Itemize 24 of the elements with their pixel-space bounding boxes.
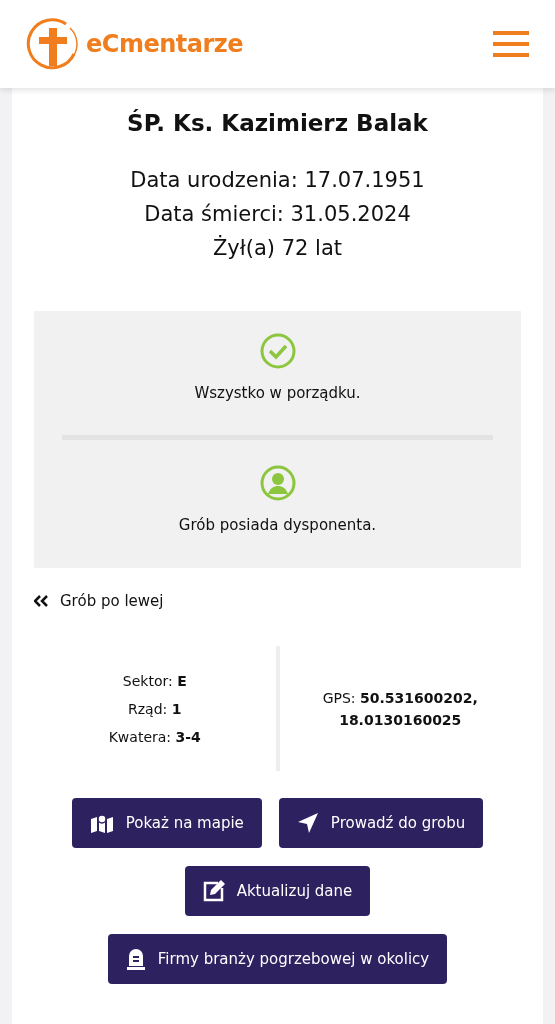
action-button[interactable]: Firmy branży pogrzebowej w okolicy	[107, 934, 448, 984]
gps-coordinates: GPS: 50.531600202, 18.0130160025	[321, 688, 479, 730]
map-pin-icon	[89, 813, 114, 833]
previous-grave-link[interactable]: Grób po lewej	[34, 589, 521, 612]
double-chevron-left-icon	[34, 594, 48, 607]
location-field: Sektor: E	[122, 669, 187, 692]
cross-logo-icon	[26, 16, 80, 72]
date-text: Data śmierci: 31.05.2024	[144, 200, 411, 228]
menu-icon[interactable]	[493, 31, 529, 57]
action-button[interactable]: Pokaż na mapie	[71, 798, 262, 848]
user-circle-icon	[259, 465, 296, 501]
check-circle-icon	[259, 332, 296, 369]
person-name: ŚP. Ks. Kazimierz Balak	[126, 108, 429, 138]
status-text: Wszystko w porządku.	[194, 382, 361, 404]
edit-icon	[202, 880, 225, 902]
tombstone-icon	[125, 948, 146, 970]
location-field: Kwatera: 3-4	[108, 725, 201, 748]
action-button[interactable]: Prowadź do grobu	[278, 798, 484, 848]
status-text: Grób posiada dysponenta.	[178, 515, 377, 536]
date-text: Data urodzenia: 17.07.1951	[130, 166, 425, 194]
location-arrow-icon	[296, 812, 319, 834]
location-field: Rząd: 1	[128, 697, 182, 720]
date-text: Żył(a) 72 lat	[212, 234, 342, 262]
action-button[interactable]: Aktualizuj dane	[184, 866, 371, 916]
